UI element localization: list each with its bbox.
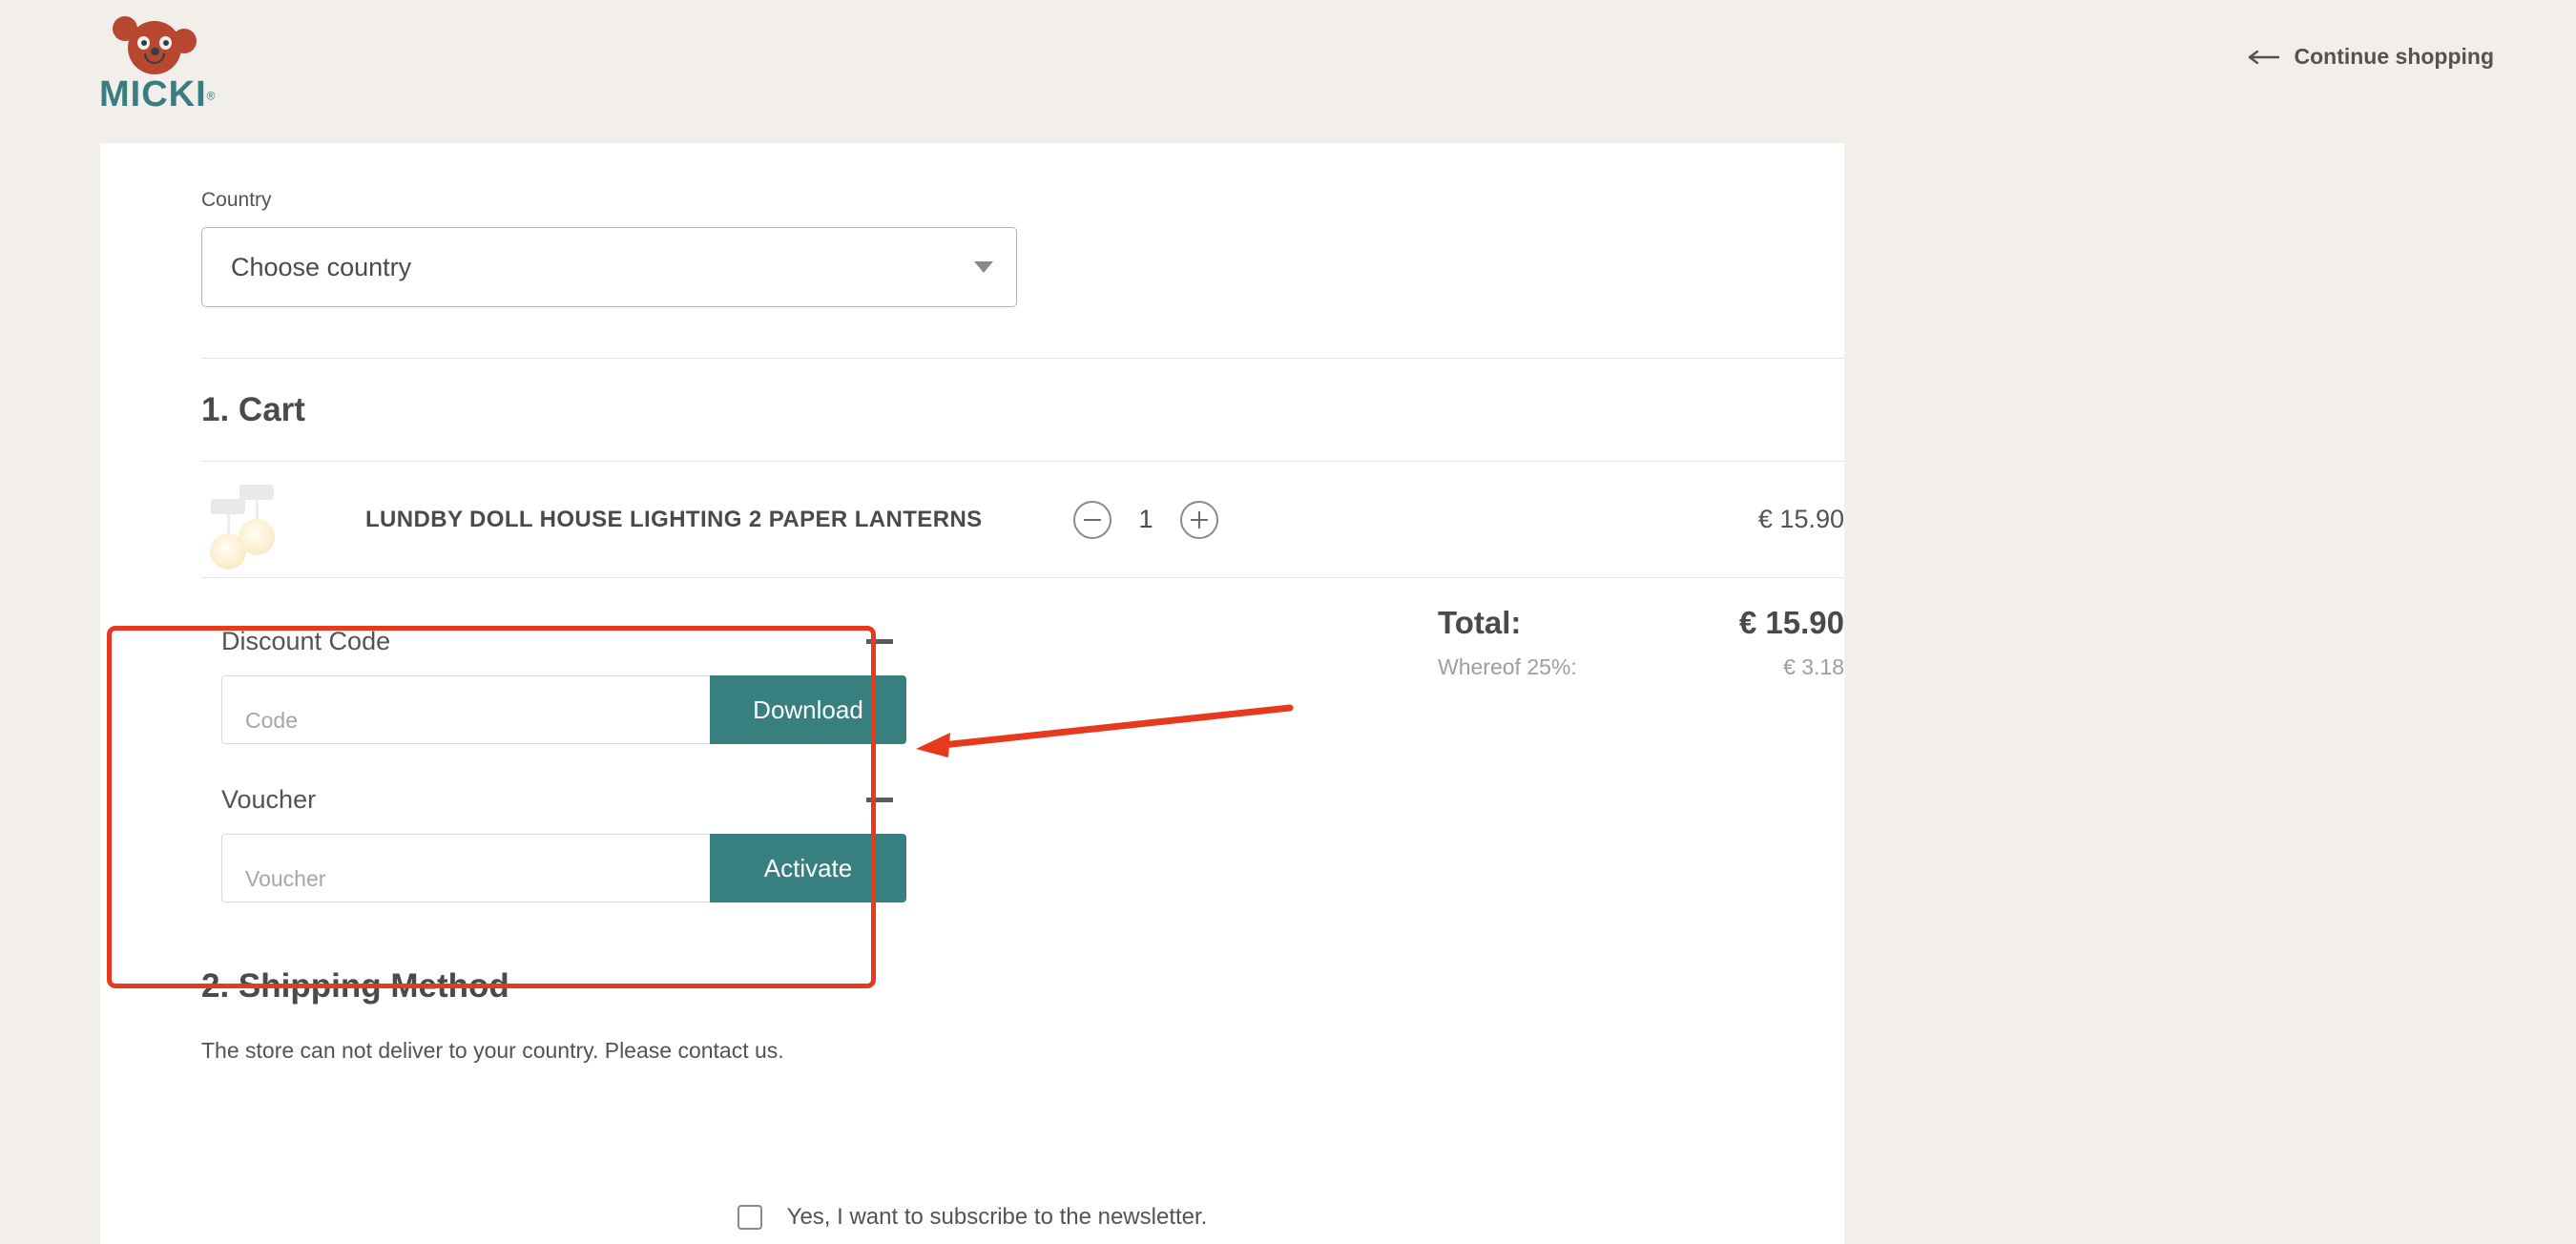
logo-wordmark: MICKI®: [99, 76, 261, 113]
decrease-quantity-button[interactable]: [1073, 500, 1111, 539]
total-label: Total:: [1438, 605, 1522, 640]
voucher-accordion: Voucher Activate: [221, 771, 906, 902]
minus-icon[interactable]: [866, 797, 893, 802]
voucher-header[interactable]: Voucher: [221, 771, 906, 828]
voucher-title: Voucher: [221, 784, 317, 814]
vat-row: Whereof 25%: € 3.18: [1438, 654, 1844, 680]
bear-eye-right-icon: [159, 36, 172, 50]
logo-word-text: MICKI: [99, 74, 207, 114]
voucher-input[interactable]: [221, 834, 710, 902]
discount-code-header[interactable]: Discount Code: [221, 612, 906, 670]
bear-eye-left-icon: [137, 36, 150, 50]
country-section: Country Choose country: [201, 143, 1844, 359]
activate-voucher-button[interactable]: Activate: [710, 834, 906, 902]
quantity-value: 1: [1138, 505, 1153, 533]
checkout-card: Country Choose country 1. Cart LUNDBY DO…: [100, 143, 1844, 1244]
codes-column: Discount Code Download Voucher Activate: [221, 612, 906, 902]
discount-code-accordion: Discount Code Download: [221, 612, 906, 744]
continue-shopping-label: Continue shopping: [2294, 44, 2494, 69]
bear-logo-icon: [111, 13, 206, 74]
logo-trademark-symbol: ®: [206, 89, 216, 103]
minus-icon[interactable]: [866, 638, 893, 644]
micki-logo[interactable]: MICKI®: [99, 13, 261, 114]
chevron-down-icon: [974, 261, 993, 273]
shipping-section-title: 2. Shipping Method: [201, 967, 509, 1005]
newsletter-label: Yes, I want to subscribe to the newslett…: [786, 1204, 1208, 1230]
quantity-stepper: 1: [1073, 500, 1218, 539]
total-value: € 15.90: [1738, 605, 1844, 640]
shipping-section: 2. Shipping Method The store can not del…: [201, 960, 1844, 1064]
discount-code-input-group: Download: [221, 675, 906, 744]
product-thumbnail[interactable]: [201, 474, 293, 570]
arrow-left-icon: [2249, 50, 2280, 64]
country-label: Country: [201, 189, 272, 211]
newsletter-checkbox[interactable]: [737, 1205, 762, 1230]
download-discount-button[interactable]: Download: [710, 675, 906, 744]
product-title[interactable]: LUNDBY DOLL HOUSE LIGHTING 2 PAPER LANTE…: [365, 507, 983, 533]
total-row: Total: € 15.90: [1438, 605, 1844, 641]
newsletter-opt-in: Yes, I want to subscribe to the newslett…: [100, 1204, 1844, 1231]
order-totals: Total: € 15.90 Whereof 25%: € 3.18: [1438, 605, 1844, 680]
item-price: € 15.90: [1757, 505, 1844, 533]
shipping-message: The store can not deliver to your countr…: [201, 1038, 784, 1063]
continue-shopping-link[interactable]: Continue shopping: [2248, 44, 2494, 70]
discount-code-input[interactable]: [221, 675, 710, 744]
country-select[interactable]: Choose country: [201, 227, 1017, 307]
cart-section-title: 1. Cart: [201, 359, 1844, 462]
voucher-input-group: Activate: [221, 834, 906, 902]
vat-label: Whereof 25%:: [1438, 654, 1577, 679]
discount-and-totals-area: Discount Code Download Voucher Activate: [201, 578, 1844, 960]
increase-quantity-button[interactable]: [1180, 500, 1218, 539]
cart-item-row: LUNDBY DOLL HOUSE LIGHTING 2 PAPER LANTE…: [201, 462, 1844, 578]
page-header: MICKI® Continue shopping: [0, 0, 2576, 119]
country-select-value: Choose country: [231, 252, 412, 281]
vat-value: € 3.18: [1783, 654, 1844, 679]
discount-code-title: Discount Code: [221, 626, 391, 655]
